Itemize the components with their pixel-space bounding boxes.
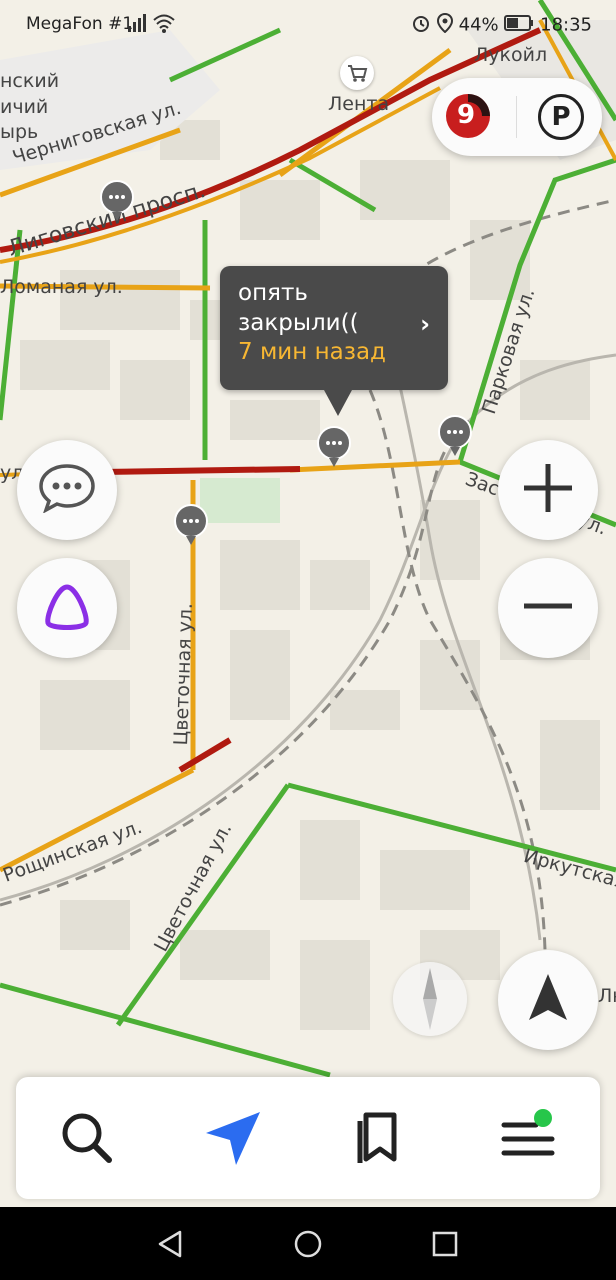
alice-assistant-button[interactable] <box>17 558 117 658</box>
battery-percent: 44% <box>458 14 499 36</box>
compass-button[interactable] <box>393 962 467 1036</box>
plus-icon <box>520 460 576 520</box>
tab-bookmarks[interactable] <box>350 1107 410 1167</box>
road-events-button[interactable] <box>17 440 117 540</box>
minus-icon <box>520 578 576 638</box>
label-left-top-3: ырь <box>0 121 39 143</box>
label-edge-right: Лн <box>598 985 616 1007</box>
chat-marker-icon[interactable] <box>100 180 134 226</box>
status-right: 44% 18:35 <box>411 12 592 38</box>
signal-icon <box>128 14 148 37</box>
battery-icon <box>504 15 534 36</box>
traffic-level: 9 <box>456 100 476 130</box>
system-navigation-bar <box>0 1207 616 1280</box>
wifi-icon <box>152 13 176 38</box>
map-layers-pill: 9 P <box>432 78 602 156</box>
tab-menu[interactable] <box>498 1107 558 1167</box>
location-arrow-icon <box>523 970 573 1030</box>
notification-dot <box>534 1109 552 1127</box>
chevron-right-icon[interactable]: › <box>420 310 430 338</box>
tab-search[interactable] <box>56 1107 116 1167</box>
my-location-button[interactable] <box>498 950 598 1050</box>
menu-icon <box>498 1122 558 1171</box>
search-icon <box>56 1113 116 1171</box>
label-lomanaya: Ломаная ул. <box>0 276 123 298</box>
label-left-top-1: нский <box>0 70 60 92</box>
divider <box>516 96 517 138</box>
parking-button[interactable]: P <box>538 94 584 140</box>
popup-text: опять закрыли(( <box>238 280 359 336</box>
label-lenta: Лента <box>328 93 390 115</box>
home-icon[interactable] <box>293 1229 323 1263</box>
road-event-popup[interactable]: опять закрыли(( 7 мин назад › <box>220 266 448 416</box>
back-icon[interactable] <box>156 1229 186 1263</box>
parking-icon: P <box>551 102 571 132</box>
chat-bubble-icon <box>38 463 96 517</box>
carrier-label: MegaFon #1 <box>26 14 134 34</box>
tab-navigator[interactable] <box>202 1107 262 1167</box>
chat-marker-icon[interactable] <box>174 504 208 550</box>
chat-marker-icon[interactable] <box>438 415 472 461</box>
location-icon <box>436 12 453 38</box>
bookmarks-icon <box>350 1112 410 1171</box>
label-left-top-2: ичий <box>0 96 49 118</box>
alarm-icon <box>411 13 431 38</box>
traffic-button[interactable]: 9 <box>442 90 494 142</box>
zoom-in-button[interactable] <box>498 440 598 540</box>
recents-icon[interactable] <box>430 1229 460 1263</box>
popup-time: 7 мин назад <box>238 339 386 365</box>
bottom-tab-bar <box>16 1077 600 1199</box>
clock-time: 18:35 <box>540 14 592 36</box>
shopping-cart-icon[interactable] <box>340 56 374 90</box>
chat-marker-icon[interactable] <box>317 426 351 472</box>
status-bar: MegaFon #1 44% 18:35 <box>0 0 616 50</box>
alice-icon <box>40 579 94 637</box>
navigation-arrow-icon <box>202 1112 266 1175</box>
zoom-out-button[interactable] <box>498 558 598 658</box>
compass-icon <box>393 968 467 1040</box>
